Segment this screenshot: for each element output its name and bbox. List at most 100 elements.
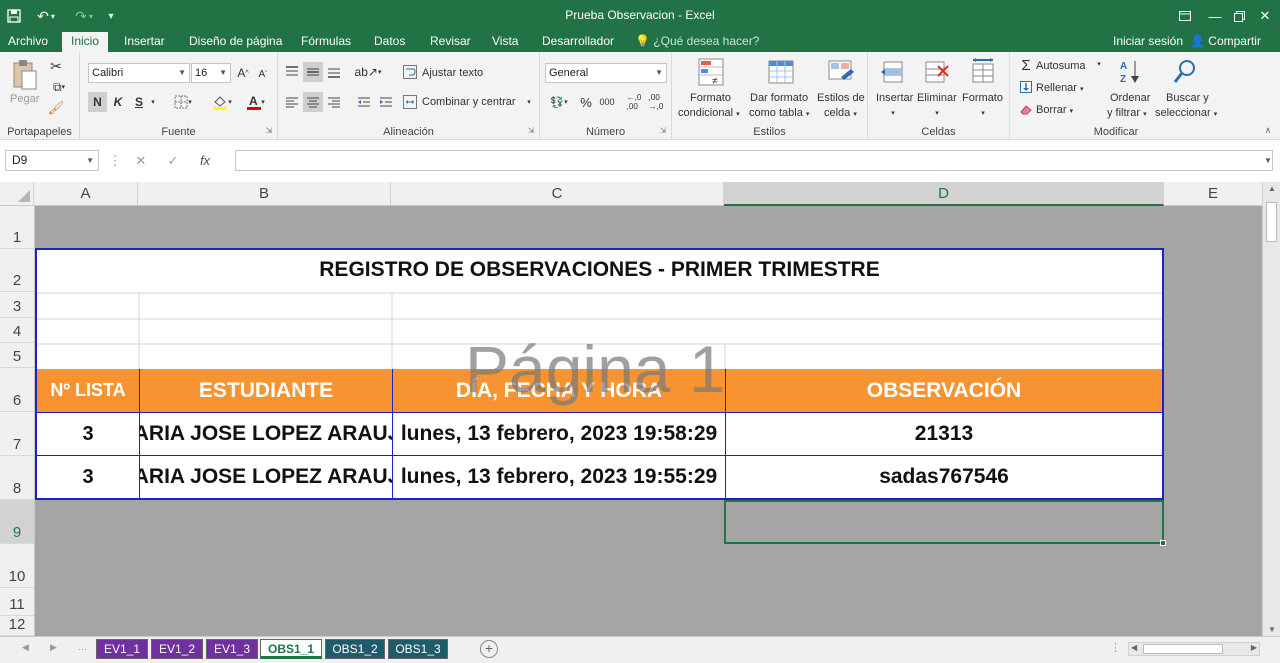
insert-function-icon[interactable]: fx bbox=[189, 153, 221, 168]
insert-dropdown-icon[interactable]: ▾ bbox=[888, 107, 898, 119]
collapse-ribbon-icon[interactable]: ∧ bbox=[1262, 124, 1274, 136]
more-sheets-icon[interactable]: … bbox=[78, 642, 87, 652]
copy-icon[interactable]: ⧉ ▾ bbox=[46, 78, 72, 96]
paste-icon[interactable] bbox=[10, 58, 40, 92]
sort-filter-label-1[interactable]: Ordenar bbox=[1110, 92, 1150, 105]
scroll-right-icon[interactable]: ▶ bbox=[1251, 643, 1257, 652]
cell-styles-label-1[interactable]: Estilos de bbox=[817, 92, 865, 105]
row-header-9[interactable]: 9 bbox=[0, 500, 34, 544]
select-all-corner[interactable] bbox=[0, 182, 34, 206]
insert-cells-label[interactable]: Insertar bbox=[876, 92, 913, 105]
name-box[interactable]: D9 ▼ bbox=[5, 150, 99, 171]
vertical-scrollbar[interactable]: ▲ ▼ bbox=[1262, 182, 1280, 636]
row-header-7[interactable]: 7 bbox=[0, 412, 34, 456]
italic-button[interactable]: K bbox=[109, 92, 127, 112]
font-color-icon[interactable]: A ▾ bbox=[242, 92, 270, 112]
row-header-5[interactable]: 5 bbox=[0, 343, 34, 368]
autosum-icon[interactable]: Σ bbox=[1018, 57, 1034, 74]
insert-cells-icon[interactable] bbox=[878, 56, 908, 88]
thousands-separator-button[interactable]: 000 bbox=[597, 92, 617, 112]
sheet-tab-obs1-3[interactable]: OBS1_3 bbox=[388, 639, 448, 659]
row-header-8[interactable]: 8 bbox=[0, 456, 34, 500]
row-header-10[interactable]: 10 bbox=[0, 544, 34, 588]
align-middle-icon[interactable] bbox=[303, 62, 323, 82]
sheet-tab-ev1-3[interactable]: EV1_3 bbox=[206, 639, 258, 659]
next-sheet-icon[interactable]: ▶ bbox=[50, 642, 57, 653]
increase-indent-icon[interactable] bbox=[376, 92, 396, 112]
row-header-3[interactable]: 3 bbox=[0, 292, 34, 318]
bold-button[interactable]: N bbox=[88, 92, 107, 112]
enter-icon[interactable]: ✓ bbox=[157, 153, 189, 169]
align-left-icon[interactable] bbox=[282, 92, 302, 112]
format-dropdown-icon[interactable]: ▾ bbox=[978, 107, 988, 119]
format-as-table-label-2[interactable]: como tabla ▾ bbox=[749, 107, 809, 121]
cell-a8[interactable]: 3 bbox=[37, 455, 140, 498]
format-painter-icon[interactable]: 🖌 bbox=[46, 99, 66, 117]
align-right-icon[interactable] bbox=[324, 92, 344, 112]
find-select-label-1[interactable]: Buscar y bbox=[1166, 92, 1209, 105]
column-header-b[interactable]: B bbox=[138, 182, 391, 206]
delete-cells-label[interactable]: Eliminar bbox=[917, 92, 957, 105]
sign-in-link[interactable]: Iniciar sesión bbox=[1113, 32, 1183, 52]
row-header-4[interactable]: 4 bbox=[0, 318, 34, 343]
row-header-12[interactable]: 12 bbox=[0, 616, 34, 636]
header-estudiante[interactable]: ESTUDIANTE bbox=[140, 369, 393, 412]
cell-styles-label-2[interactable]: celda ▾ bbox=[824, 107, 857, 121]
align-center-icon[interactable] bbox=[303, 92, 323, 112]
header-n-lista[interactable]: Nº LISTA bbox=[37, 369, 140, 412]
row-header-1[interactable]: 1 bbox=[0, 206, 34, 249]
share-button[interactable]: 👤 Compartir bbox=[1190, 32, 1261, 52]
column-header-d[interactable]: D bbox=[724, 182, 1164, 206]
tab-revisar[interactable]: Revisar bbox=[426, 32, 475, 52]
delete-cells-icon[interactable] bbox=[922, 56, 952, 88]
tab-split-handle-icon[interactable]: ⋮ bbox=[1110, 641, 1121, 654]
cell-styles-icon[interactable] bbox=[826, 56, 856, 88]
cell-b7[interactable]: MARIA JOSE LOPEZ ARAUJO bbox=[140, 412, 393, 455]
font-size-combo[interactable]: 16 ▼ bbox=[191, 63, 231, 83]
cell-c7[interactable]: lunes, 13 febrero, 2023 19:58:29 bbox=[393, 412, 726, 455]
tab-desarrollador[interactable]: Desarrollador bbox=[538, 32, 618, 52]
vertical-scroll-thumb[interactable] bbox=[1266, 202, 1277, 242]
align-bottom-icon[interactable] bbox=[324, 62, 344, 82]
column-header-a[interactable]: A bbox=[34, 182, 138, 206]
expand-formula-icon[interactable]: ▼ bbox=[1262, 154, 1274, 166]
horizontal-scrollbar[interactable]: ◀ ▶ bbox=[1128, 642, 1260, 656]
fill-icon[interactable] bbox=[1018, 79, 1034, 95]
sheet-tab-ev1-1[interactable]: EV1_1 bbox=[96, 639, 148, 659]
wrap-text-icon[interactable] bbox=[402, 62, 418, 82]
underline-button[interactable]: S bbox=[130, 92, 148, 112]
scroll-left-icon[interactable]: ◀ bbox=[1131, 643, 1137, 652]
conditional-format-icon[interactable]: ≠ bbox=[696, 56, 726, 88]
format-cells-label[interactable]: Formato bbox=[962, 92, 1003, 105]
currency-icon[interactable]: 💱 ▾ bbox=[545, 92, 573, 112]
clear-icon[interactable] bbox=[1018, 101, 1034, 117]
increase-decimal-icon[interactable]: ←,0,00 bbox=[624, 92, 644, 112]
wrap-text-label[interactable]: Ajustar texto bbox=[422, 67, 483, 80]
active-cell-d9[interactable] bbox=[724, 500, 1166, 546]
autosum-dropdown-icon[interactable]: ▾ bbox=[1094, 58, 1104, 70]
tab-datos[interactable]: Datos bbox=[370, 32, 409, 52]
cell-d7[interactable]: 21313 bbox=[726, 412, 1162, 455]
tab-archivo[interactable]: Archivo bbox=[4, 32, 52, 52]
scroll-down-icon[interactable]: ▼ bbox=[1263, 625, 1280, 634]
merge-center-icon[interactable] bbox=[402, 92, 418, 112]
find-select-label-2[interactable]: seleccionar ▾ bbox=[1155, 107, 1217, 121]
row-header-2[interactable]: 2 bbox=[0, 249, 34, 292]
scroll-up-icon[interactable]: ▲ bbox=[1263, 184, 1280, 193]
horizontal-scroll-thumb[interactable] bbox=[1143, 644, 1223, 654]
tab-inicio[interactable]: Inicio bbox=[62, 32, 108, 52]
row-header-6[interactable]: 6 bbox=[0, 368, 34, 412]
conditional-format-label-1[interactable]: Formato bbox=[690, 92, 731, 105]
font-name-combo[interactable]: Calibri ▼ bbox=[88, 63, 190, 83]
cell-c8[interactable]: lunes, 13 febrero, 2023 19:55:29 bbox=[393, 455, 726, 498]
row-header-11[interactable]: 11 bbox=[0, 588, 34, 616]
sheet-title[interactable]: REGISTRO DE OBSERVACIONES - PRIMER TRIME… bbox=[37, 250, 1162, 290]
sheet-tab-obs1-2[interactable]: OBS1_2 bbox=[325, 639, 385, 659]
sheet-tab-obs1-1[interactable]: OBS1_1 bbox=[260, 639, 322, 659]
tab-vista[interactable]: Vista bbox=[488, 32, 522, 52]
header-observacion[interactable]: OBSERVACIÓN bbox=[726, 369, 1162, 412]
merge-center-label[interactable]: Combinar y centrar bbox=[422, 96, 516, 109]
ribbon-options-icon[interactable] bbox=[1170, 0, 1200, 32]
delete-dropdown-icon[interactable]: ▾ bbox=[932, 107, 942, 119]
decrease-font-icon[interactable]: Aˇ bbox=[255, 64, 271, 84]
